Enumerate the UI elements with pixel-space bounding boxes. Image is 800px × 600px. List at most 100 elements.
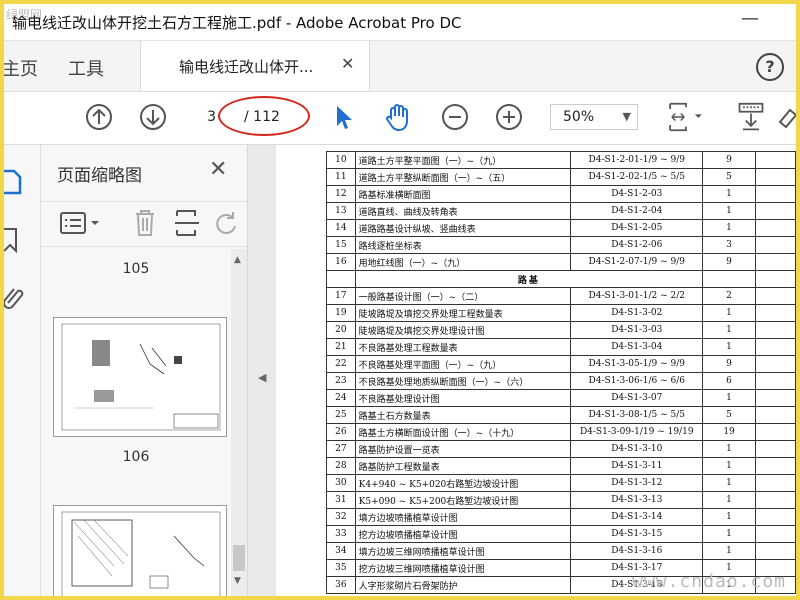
options-menu-icon[interactable]: [59, 210, 103, 238]
page-number-input[interactable]: 3: [194, 104, 216, 130]
table-row: 12 路基标准横断面图 D4-S1-2-03 1: [326, 185, 796, 203]
table-row: 13 道路直线、曲线及转角表 D4-S1-2-04 1: [326, 202, 796, 220]
row-number: 25: [326, 406, 356, 424]
eraser-icon[interactable]: [776, 102, 796, 132]
zoom-level-select[interactable]: 50% ▼: [550, 104, 638, 130]
remarks-cell: [755, 474, 796, 492]
drawing-code: D4-S1-3-13: [570, 491, 704, 509]
sheet-count: 9: [702, 355, 756, 373]
drawing-code: D4-S1-2-05: [570, 219, 704, 237]
sheet-count: 5: [702, 406, 756, 424]
drawing-code: D4-S1-3-01-1/2 ~ 2/2: [570, 287, 704, 305]
remarks-cell: [755, 355, 796, 373]
page-thumbnails-icon[interactable]: [4, 167, 24, 197]
drawing-title: 挖方边坡喷播植草设计图: [354, 525, 572, 543]
row-number: 17: [326, 287, 356, 305]
window-title: 输电线迁改山体开挖土石方工程施工.pdf - Adobe Acrobat Pro…: [12, 14, 462, 32]
panel-title: 页面缩略图: [57, 166, 142, 186]
close-tab-icon[interactable]: ✕: [341, 54, 354, 73]
collapse-panel-icon[interactable]: ◀: [258, 371, 266, 384]
remarks-cell: [755, 440, 796, 458]
select-cursor-icon[interactable]: [330, 102, 356, 132]
row-number: 13: [326, 202, 356, 220]
close-panel-icon[interactable]: ✕: [209, 157, 227, 182]
sheet-count: 1: [702, 338, 756, 356]
page-thumbnail[interactable]: [53, 317, 227, 437]
sheet-count: 2: [702, 287, 756, 305]
next-page-icon[interactable]: [138, 102, 168, 132]
table-row: 24 不良路基处理设计图 D4-S1-3-07 1: [326, 389, 796, 407]
drawing-code: D4-S1-2-02-1/5 ~ 5/5: [570, 168, 704, 186]
drawing-title: 陡坡路堤及填挖交界处理工程数量表: [354, 304, 572, 322]
zoom-out-icon[interactable]: [440, 102, 470, 132]
drawing-code: D4-S1-2-04: [570, 202, 704, 220]
sheet-count: 19: [702, 423, 756, 441]
scroll-up-icon[interactable]: ▲: [234, 255, 241, 265]
drawing-code: D4-S1-3-05-1/9 ~ 9/9: [570, 355, 704, 373]
hand-tool-icon[interactable]: [382, 102, 414, 132]
row-number: 22: [326, 355, 356, 373]
remarks-cell: [755, 389, 796, 407]
drawing-code: D4-S1-3-11: [570, 457, 704, 475]
page-thumbnail[interactable]: [53, 505, 227, 596]
help-icon[interactable]: ?: [756, 53, 784, 81]
rotate-page-icon[interactable]: [213, 208, 241, 238]
panel-splitter[interactable]: ◀: [248, 145, 276, 596]
table-row: 15 路线逐桩坐标表 D4-S1-2-06 3: [326, 236, 796, 254]
bookmarks-icon[interactable]: [4, 225, 24, 255]
row-number: 14: [326, 219, 356, 237]
panel-toolbar: [41, 201, 247, 247]
extract-pages-icon[interactable]: [173, 208, 201, 238]
previous-page-icon[interactable]: [84, 102, 114, 132]
sheet-count: 1: [702, 508, 756, 526]
sheet-count: 1: [702, 440, 756, 458]
thumbnail-scrollbar[interactable]: ▲ ▼: [231, 249, 247, 596]
row-number: 34: [326, 542, 356, 560]
table-row: 26 路基土方横断面设计图（一）~（十九） D4-S1-3-09-1/19 ~ 19…: [326, 423, 796, 441]
row-number: 30: [326, 474, 356, 492]
row-number: 19: [326, 304, 356, 322]
drawing-code: D4-S1-2-03: [570, 185, 704, 203]
document-view: 10 道路土方平整平面图（一）~（九） D4-S1-2-01-1/9 ~ 9/9 9 1…: [276, 145, 796, 596]
sheet-count: 1: [702, 525, 756, 543]
drawing-title: 挖方边坡三维网喷播植草设计图: [354, 559, 572, 577]
keyboard-download-icon[interactable]: [734, 102, 768, 132]
tab-tools[interactable]: 工具: [68, 55, 104, 81]
table-row: 33 挖方边坡喷播植草设计图 D4-S1-3-15 1: [326, 525, 796, 543]
minimize-button[interactable]: —: [740, 8, 760, 32]
drawing-title: K4+940 ~ K5+020右路堑边坡设计图: [354, 474, 572, 492]
table-row: 32 填方边坡喷播植草设计图 D4-S1-3-14 1: [326, 508, 796, 526]
drawing-code: D4-S1-3-08-1/5 ~ 5/5: [570, 406, 704, 424]
attachment-icon[interactable]: [4, 281, 26, 311]
row-number: 27: [326, 440, 356, 458]
remarks-cell: [755, 253, 796, 271]
sheet-count: 1: [702, 304, 756, 322]
zoom-in-icon[interactable]: [494, 102, 524, 132]
page-thumbnails-panel: 页面缩略图 ✕ 105 106 ▲ ▼: [41, 145, 248, 596]
row-number: 20: [326, 321, 356, 339]
scrollbar-thumb[interactable]: [233, 545, 245, 571]
table-row: 23 不良路基处理地质纵断面图（一）~（六） D4-S1-3-06-1/6 ~ 6/…: [326, 372, 796, 390]
remarks-cell: [755, 168, 796, 186]
row-number: 24: [326, 389, 356, 407]
tab-home[interactable]: 主页: [4, 55, 38, 81]
table-row: 16 用地红线图（一）~（九） D4-S1-2-07-1/9 ~ 9/9 9: [326, 253, 796, 271]
delete-page-icon[interactable]: [133, 208, 157, 238]
sheet-count: 1: [702, 491, 756, 509]
row-number: 12: [326, 185, 356, 203]
thumbnail-drawing: [61, 511, 221, 596]
drawing-title: 道路直线、曲线及转角表: [354, 202, 572, 220]
table-row: 34 填方边坡三维网喷播植草设计图 D4-S1-3-16 1: [326, 542, 796, 560]
drawing-title: 一般路基设计图（一）~（二）: [354, 287, 572, 305]
row-number: 21: [326, 338, 356, 356]
remarks-cell: [755, 372, 796, 390]
drawing-code: D4-S1-3-16: [570, 542, 704, 560]
page-fit-icon[interactable]: [664, 102, 708, 132]
tab-document[interactable]: 输电线迁改山体开... ✕: [140, 41, 370, 91]
row-number: 32: [326, 508, 356, 526]
drawing-code: D4-S1-3-02: [570, 304, 704, 322]
scroll-down-icon[interactable]: ▼: [234, 576, 241, 586]
annotation-circle: [218, 96, 310, 136]
table-row: 30 K4+940 ~ K5+020右路堑边坡设计图 D4-S1-3-12 1: [326, 474, 796, 492]
drawing-code: D4-S1-3-12: [570, 474, 704, 492]
